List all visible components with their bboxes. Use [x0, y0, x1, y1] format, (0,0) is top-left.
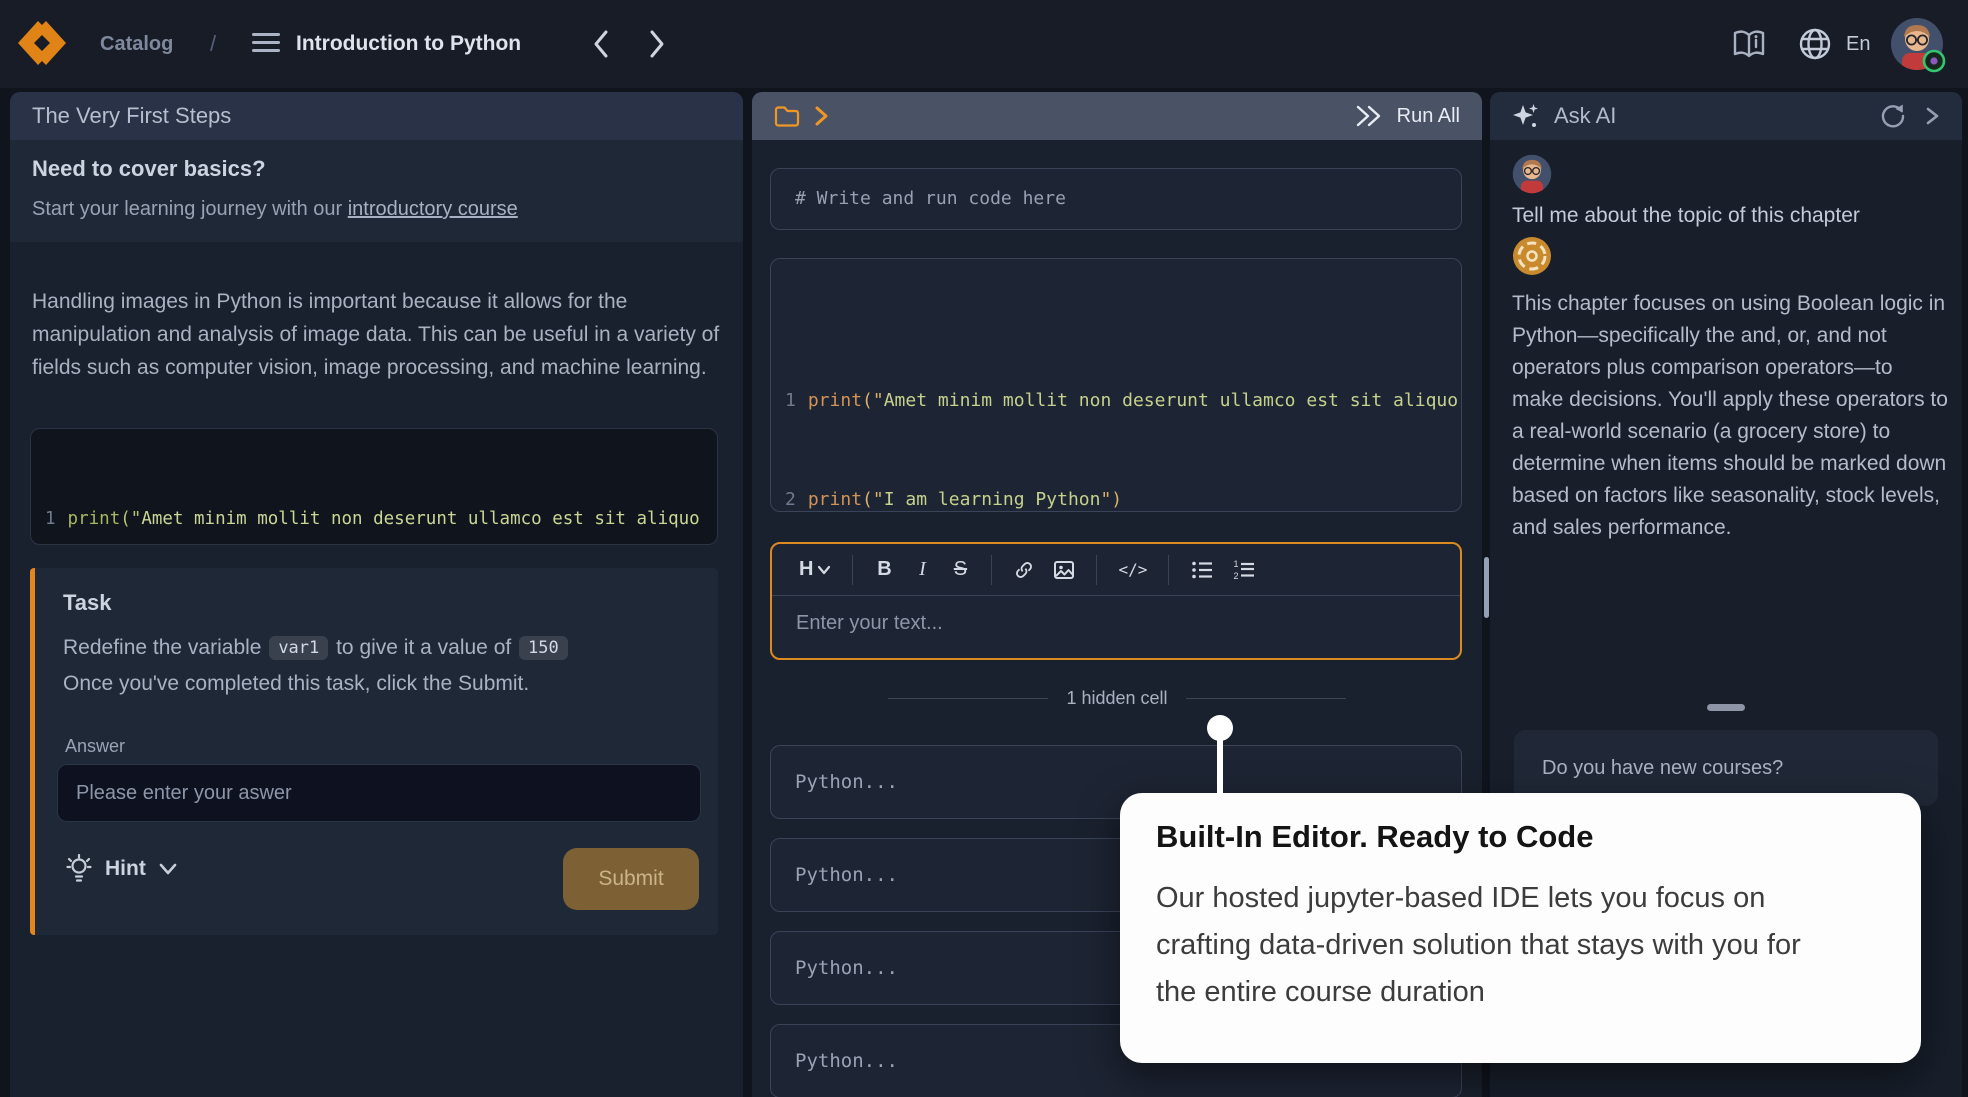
course-title: Introduction to Python — [296, 0, 521, 88]
inline-code-150: 150 — [519, 636, 568, 660]
strikethrough-button[interactable]: S — [945, 553, 975, 587]
notebook-toolbar: Run All — [752, 92, 1482, 140]
answer-input[interactable] — [57, 764, 701, 822]
globe-icon[interactable] — [1798, 27, 1832, 61]
breadcrumb-separator: / — [210, 0, 216, 88]
image-button[interactable] — [1048, 553, 1080, 587]
task-instruction-2: Once you've completed this task, click t… — [63, 672, 529, 696]
ai-avatar — [1512, 236, 1552, 276]
divider-line — [1186, 698, 1346, 699]
tooltip-title: Built-In Editor. Ready to Code — [1156, 819, 1593, 855]
run-all-button[interactable]: Run All — [1353, 104, 1460, 128]
inline-code-var1: var1 — [269, 636, 328, 660]
user-message: Tell me about the topic of this chapter — [1512, 204, 1947, 228]
toolbar-divider — [852, 555, 853, 585]
logo-icon[interactable] — [18, 20, 66, 68]
image-icon — [1053, 559, 1075, 581]
top-bar: Catalog / Introduction to Python — [0, 0, 1968, 88]
toolbar-divider — [1096, 555, 1097, 585]
scratch-code-cell[interactable]: # Write and run code here — [770, 168, 1462, 230]
scrollbar-thumb[interactable] — [1484, 557, 1489, 618]
chapter-title: The Very First Steps — [10, 92, 743, 140]
code-button[interactable]: </> — [1113, 553, 1152, 587]
reset-chat-icon[interactable] — [1878, 101, 1908, 131]
toolbar-divider — [991, 555, 992, 585]
introductory-course-link[interactable]: introductory course — [348, 198, 518, 220]
chapter-header: The Very First Steps — [10, 92, 743, 140]
svg-text:2: 2 — [1234, 571, 1239, 581]
code-cell[interactable]: 1print("Amet minim mollit non deserunt u… — [770, 258, 1462, 512]
lesson-paragraph: Handling images in Python is important b… — [32, 285, 722, 384]
tooltip-connector-line — [1217, 738, 1223, 796]
chevron-right-icon[interactable] — [644, 26, 668, 62]
app-screen: Catalog / Introduction to Python — [0, 0, 1968, 1097]
chapters-menu-icon[interactable] — [252, 33, 280, 57]
hidden-cells-divider[interactable]: 1 hidden cell — [752, 688, 1482, 709]
numbered-list-button[interactable]: 1 2 — [1227, 553, 1261, 587]
user-avatar — [1512, 154, 1552, 194]
divider-line — [888, 698, 1048, 699]
tooltip-body: Our hosted jupyter-based IDE lets you fo… — [1156, 875, 1821, 1016]
rich-text-editor: H B I S — [770, 542, 1462, 660]
handbook-icon[interactable] — [1732, 29, 1766, 59]
heading-label: H — [799, 558, 813, 581]
bold-button[interactable]: B — [869, 553, 899, 587]
heading-button[interactable]: H — [794, 553, 836, 587]
language-label[interactable]: En — [1846, 0, 1870, 88]
hint-button[interactable]: Hint — [65, 854, 178, 884]
hint-label: Hint — [105, 857, 146, 881]
basics-heading: Need to cover basics? — [32, 156, 266, 182]
editor-toolbar: H B I S — [772, 544, 1460, 596]
basics-callout: Need to cover basics? Start your learnin… — [10, 140, 743, 242]
link-button[interactable] — [1008, 553, 1040, 587]
link-icon — [1013, 559, 1035, 581]
ai-message: This chapter focuses on using Boolean lo… — [1512, 288, 1948, 544]
submit-button[interactable]: Submit — [563, 848, 699, 910]
avatar[interactable] — [1890, 17, 1946, 73]
chapter-panel: The Very First Steps Need to cover basic… — [10, 92, 743, 1097]
task-title: Task — [63, 590, 112, 616]
hidden-cells-label: 1 hidden cell — [1066, 688, 1167, 709]
code-line: 2print("I am learning Python") — [785, 483, 1461, 512]
answer-label: Answer — [65, 736, 125, 757]
numbered-list-icon: 1 2 — [1232, 559, 1256, 581]
task-card: Task Redefine the variable var1 to give … — [30, 568, 718, 935]
code-line: 1print("Amet minim mollit non deserunt u… — [785, 384, 1461, 417]
editor-placeholder[interactable]: Enter your text... — [796, 612, 943, 635]
coachmark-tooltip: Built-In Editor. Ready to Code Our hoste… — [1120, 793, 1921, 1063]
folder-icon[interactable] — [774, 104, 800, 128]
bulb-icon — [65, 854, 93, 884]
sparkles-icon — [1510, 101, 1540, 131]
chevron-left-icon[interactable] — [590, 26, 614, 62]
drag-handle[interactable] — [1707, 704, 1745, 711]
ask-ai-title: Ask AI — [1554, 103, 1616, 129]
collapse-panel-icon[interactable] — [1922, 101, 1942, 131]
toolbar-divider — [1168, 555, 1169, 585]
task-instruction: Redefine the variable var1 to give it a … — [63, 636, 570, 661]
ask-ai-header: Ask AI — [1490, 92, 1962, 140]
run-all-label: Run All — [1397, 105, 1460, 128]
tooltip-connector-dot — [1207, 715, 1233, 741]
chevron-down-icon — [158, 862, 178, 876]
svg-text:1: 1 — [1234, 559, 1239, 569]
basics-text: Start your learning journey with our — [32, 198, 348, 220]
chevron-down-icon — [817, 565, 831, 575]
italic-button[interactable]: I — [907, 553, 937, 587]
code-line: 1print("Amet minim mollit non deserunt u… — [45, 504, 717, 534]
lesson-code-block: 1print("Amet minim mollit non deserunt u… — [30, 428, 718, 545]
breadcrumb-catalog[interactable]: Catalog — [100, 0, 173, 88]
bullet-list-icon — [1190, 559, 1214, 581]
run-all-icon — [1353, 104, 1385, 128]
expand-chevron-icon[interactable] — [812, 104, 830, 128]
bullet-list-button[interactable] — [1185, 553, 1219, 587]
